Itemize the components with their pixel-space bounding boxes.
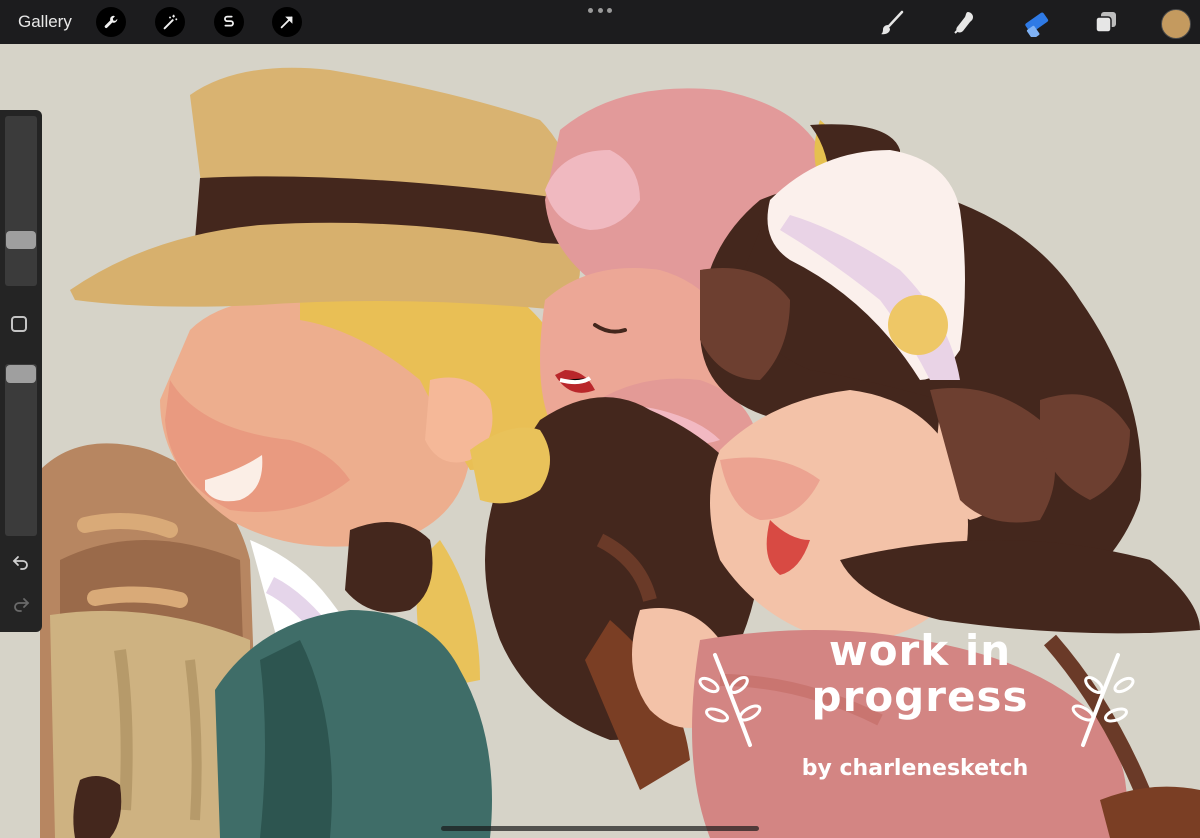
smudge-icon[interactable] — [948, 7, 980, 39]
watermark-line-2: progress — [811, 672, 1029, 721]
modify-button[interactable] — [11, 316, 27, 332]
brush-icon[interactable] — [876, 7, 908, 39]
leaf-sprig-right-icon — [1071, 653, 1135, 747]
actions-wrench-icon[interactable] — [96, 7, 126, 37]
eraser-icon[interactable] — [1020, 7, 1052, 39]
home-indicator[interactable] — [441, 826, 759, 831]
layers-icon[interactable] — [1090, 7, 1122, 39]
gallery-button[interactable]: Gallery — [18, 12, 72, 32]
leaf-sprig-left-icon — [698, 653, 762, 747]
brush-size-thumb[interactable] — [6, 231, 36, 249]
left-sidebar — [0, 110, 42, 632]
watermark-byline: by charlenesketch — [801, 756, 1029, 781]
transform-arrow-icon[interactable] — [272, 7, 302, 37]
color-picker-swatch[interactable] — [1161, 9, 1191, 39]
more-options-icon[interactable] — [588, 8, 612, 18]
brush-size-slider[interactable] — [5, 116, 37, 286]
selection-icon[interactable] — [214, 7, 244, 37]
opacity-thumb[interactable] — [6, 365, 36, 383]
adjustments-wand-icon[interactable] — [155, 7, 185, 37]
opacity-slider[interactable] — [5, 364, 37, 536]
undo-icon[interactable] — [9, 550, 33, 574]
top-toolbar: Gallery — [0, 0, 1200, 44]
watermark-title: work in progress — [770, 628, 1070, 720]
watermark-line-1: work in — [828, 626, 1012, 675]
redo-icon[interactable] — [9, 592, 33, 616]
